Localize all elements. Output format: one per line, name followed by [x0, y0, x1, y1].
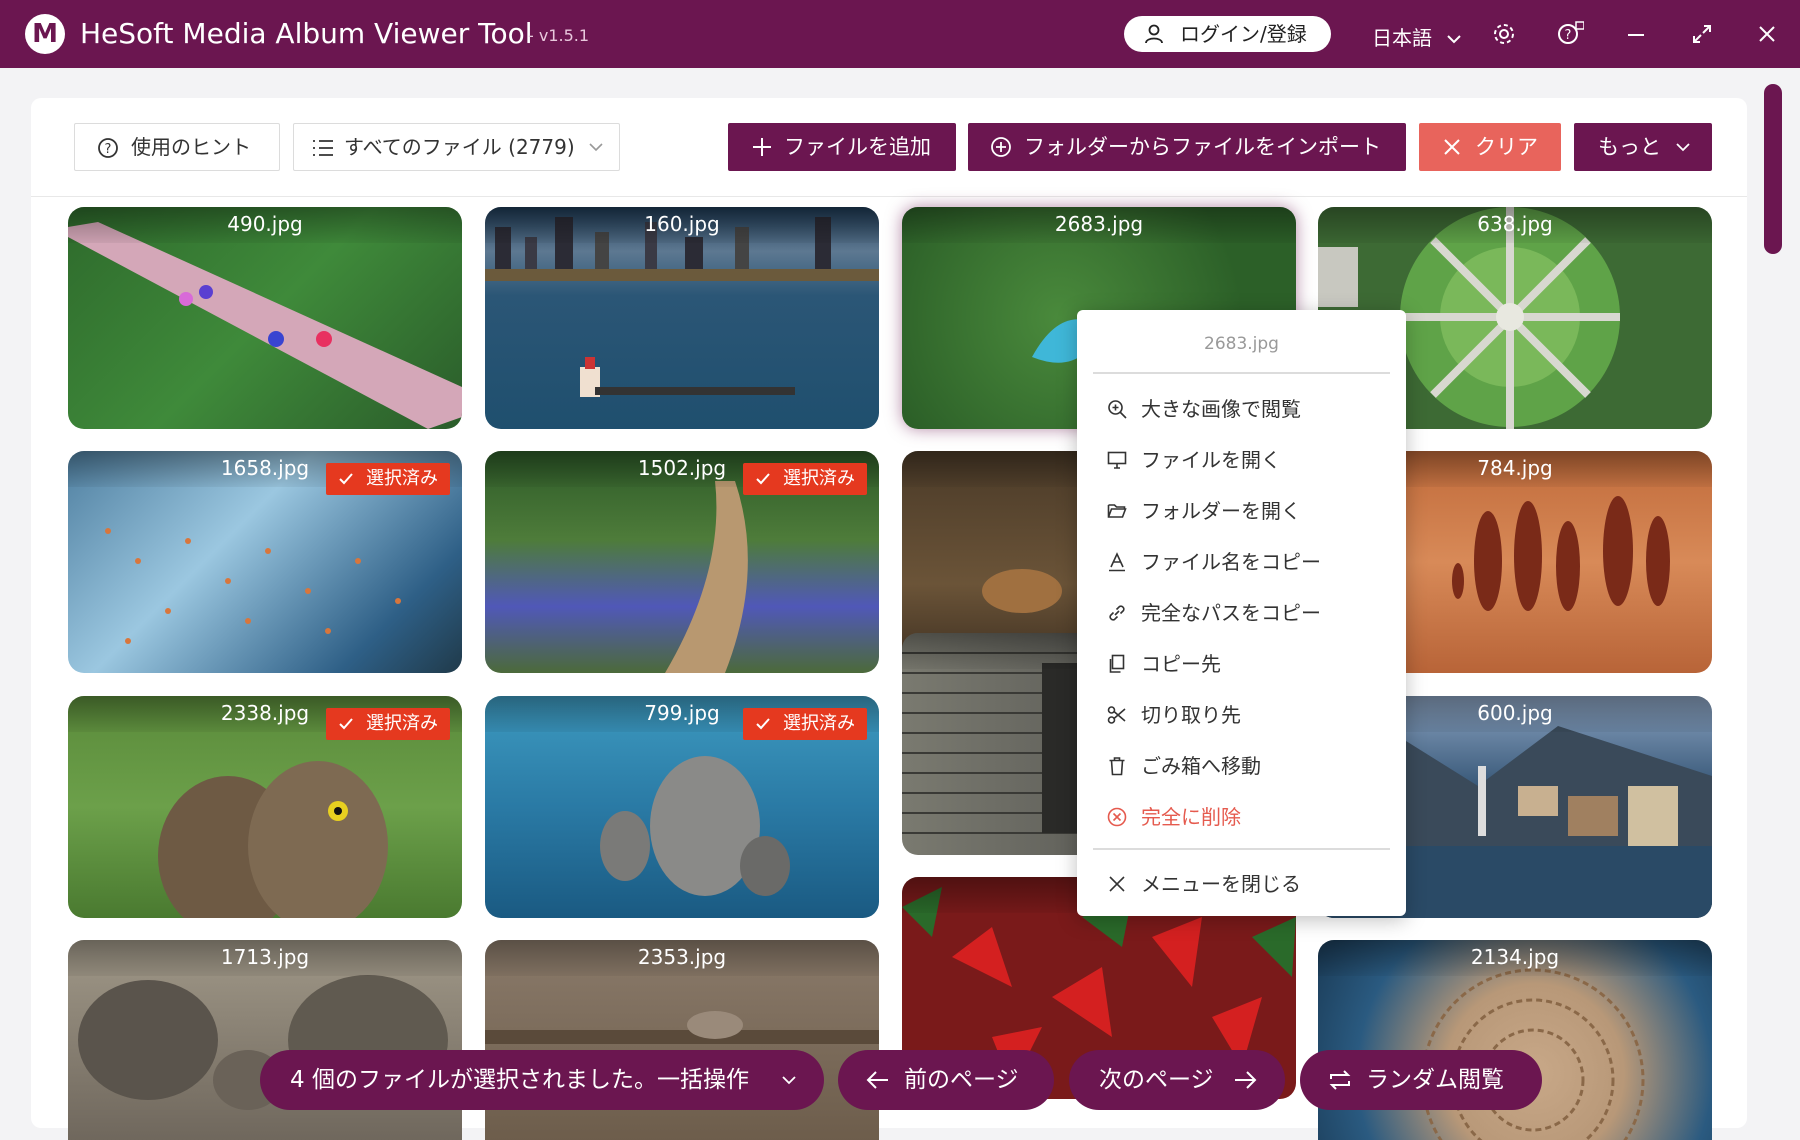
folder-open-icon [1107, 504, 1127, 518]
minimize-icon[interactable] [1622, 20, 1650, 48]
menu-item-open-file[interactable]: ファイルを開く [1093, 439, 1390, 481]
menu-item-copy-path[interactable]: 完全なパスをコピー [1093, 592, 1390, 634]
zoom-in-icon [1108, 400, 1127, 419]
thumbnail-tile[interactable]: 2338.jpg 選択済み [68, 696, 462, 918]
app-title: HeSoft Media Album Viewer Tool [80, 17, 533, 50]
delete-circle-icon [1107, 807, 1127, 827]
hint-button[interactable]: ? 使用のヒント [74, 123, 280, 171]
app-version: - v1.5.1 [528, 26, 590, 45]
context-menu: 2683.jpg 大きな画像で閲覧 ファイルを開く フォルダーを開く ファイル名… [1077, 310, 1406, 916]
thumbnail-tile[interactable]: 1658.jpg 選択済み [68, 451, 462, 673]
close-icon[interactable] [1753, 20, 1781, 48]
more-dropdown[interactable]: もっと [1574, 123, 1712, 171]
title-bar: M HeSoft Media Album Viewer Tool - v1.5.… [0, 0, 1800, 68]
thumbnail-tile[interactable]: 2134.jpg [1318, 940, 1712, 1140]
file-filter-dropdown[interactable]: すべてのファイル (2779) [293, 123, 620, 171]
random-browse-label: ランダム閲覧 [1366, 1067, 1504, 1093]
menu-divider [1093, 372, 1390, 374]
check-icon [339, 718, 353, 730]
file-filter-label: すべてのファイル (2779) [344, 135, 575, 159]
svg-text:?: ? [1565, 28, 1572, 43]
prev-page-label: 前のページ [904, 1067, 1019, 1093]
import-folder-button[interactable]: フォルダーからファイルをインポート [968, 123, 1406, 171]
add-file-label: ファイルを追加 [784, 135, 931, 159]
file-name: 1713.jpg [68, 940, 462, 976]
chevron-down-icon [589, 143, 603, 152]
thumbnail-tile[interactable]: 1502.jpg 選択済み [485, 451, 879, 673]
random-browse-button[interactable]: ランダム閲覧 [1300, 1050, 1542, 1110]
scissors-icon [1107, 706, 1126, 724]
batch-action-label: 4 個のファイルが選択されました。一括操作 [290, 1067, 749, 1093]
plus-circle-icon [991, 137, 1011, 157]
help-circle-icon: ? [98, 138, 118, 158]
file-name: 2683.jpg [902, 207, 1296, 243]
toolbar-divider [31, 196, 1747, 197]
menu-item-delete-permanently[interactable]: 完全に削除 [1093, 796, 1390, 838]
link-icon [1109, 605, 1125, 621]
login-button[interactable]: ログイン/登録 [1124, 16, 1331, 52]
x-icon [1444, 139, 1460, 155]
file-name: 638.jpg [1318, 207, 1712, 243]
help-icon[interactable]: ? [1556, 20, 1584, 48]
monitor-icon [1107, 451, 1127, 469]
thumbnail-tile[interactable]: 160.jpg [485, 207, 879, 429]
repeat-icon [1329, 1070, 1351, 1090]
context-menu-title: 2683.jpg [1204, 334, 1279, 354]
svg-text:?: ? [105, 142, 112, 157]
prev-page-button[interactable]: 前のページ [838, 1050, 1054, 1110]
language-select[interactable]: 日本語 [1372, 22, 1462, 51]
thumbnail-tile[interactable]: 490.jpg [68, 207, 462, 429]
check-icon [756, 718, 770, 730]
selected-badge: 選択済み [326, 708, 450, 740]
check-icon [339, 473, 353, 485]
thumbnail-tile[interactable]: 2353.jpg [485, 940, 879, 1140]
file-name: 160.jpg [485, 207, 879, 243]
trash-icon [1109, 757, 1125, 776]
scrollbar-thumb[interactable] [1764, 84, 1782, 254]
app-logo: M [25, 14, 65, 54]
thumbnail-tile[interactable]: 1713.jpg [68, 940, 462, 1140]
next-page-label: 次のページ [1099, 1067, 1214, 1093]
user-icon [1145, 24, 1163, 44]
chevron-down-icon [1447, 35, 1462, 44]
menu-item-copy-to[interactable]: コピー先 [1093, 643, 1390, 685]
chevron-down-icon [782, 1076, 796, 1085]
file-name: 2353.jpg [485, 940, 879, 976]
menu-divider [1093, 848, 1390, 850]
chevron-down-icon [1676, 143, 1690, 152]
settings-icon[interactable] [1490, 20, 1518, 48]
language-label: 日本語 [1372, 26, 1432, 50]
thumbnail-tile[interactable]: 799.jpg 選択済み [485, 696, 879, 918]
batch-action-button[interactable]: 4 個のファイルが選択されました。一括操作 [260, 1050, 824, 1110]
list-icon [313, 140, 333, 156]
clear-button[interactable]: クリア [1419, 123, 1561, 171]
text-a-icon [1109, 552, 1125, 572]
menu-item-view-large[interactable]: 大きな画像で閲覧 [1093, 388, 1390, 430]
arrow-left-icon [866, 1071, 888, 1089]
selected-badge: 選択済み [743, 708, 867, 740]
login-label: ログイン/登録 [1180, 22, 1307, 46]
menu-item-copy-filename[interactable]: ファイル名をコピー [1093, 541, 1390, 583]
file-name: 490.jpg [68, 207, 462, 243]
menu-item-move-to-trash[interactable]: ごみ箱へ移動 [1093, 745, 1390, 787]
menu-item-open-folder[interactable]: フォルダーを開く [1093, 490, 1390, 532]
check-icon [756, 473, 770, 485]
arrow-right-icon [1235, 1071, 1257, 1089]
more-label: もっと [1598, 135, 1661, 159]
menu-item-close-menu[interactable]: メニューを閉じる [1093, 863, 1390, 905]
maximize-icon[interactable] [1688, 20, 1716, 48]
plus-icon [753, 138, 771, 156]
file-name: 2134.jpg [1318, 940, 1712, 976]
import-folder-label: フォルダーからファイルをインポート [1024, 135, 1381, 159]
clear-label: クリア [1475, 135, 1538, 159]
copy-icon [1109, 654, 1125, 673]
selected-badge: 選択済み [743, 463, 867, 495]
close-icon [1109, 876, 1125, 892]
add-file-button[interactable]: ファイルを追加 [728, 123, 956, 171]
next-page-button[interactable]: 次のページ [1069, 1050, 1285, 1110]
selected-badge: 選択済み [326, 463, 450, 495]
hint-label: 使用のヒント [131, 135, 251, 159]
menu-item-cut-to[interactable]: 切り取り先 [1093, 694, 1390, 736]
